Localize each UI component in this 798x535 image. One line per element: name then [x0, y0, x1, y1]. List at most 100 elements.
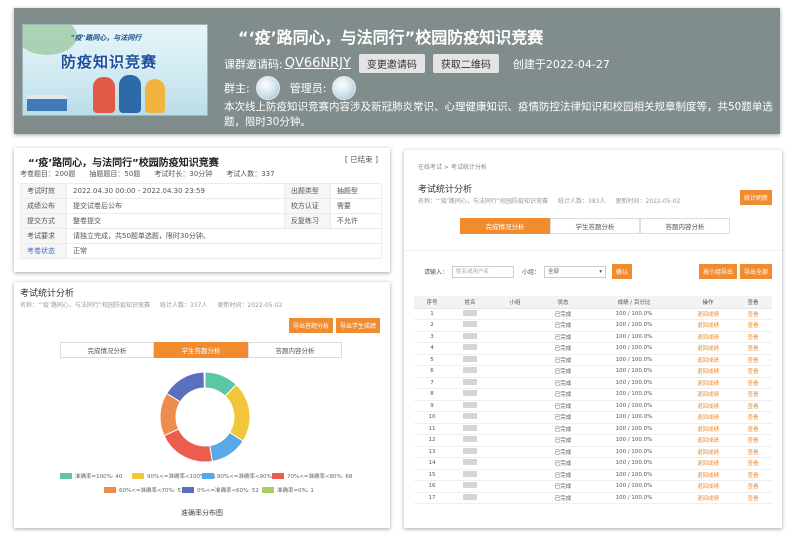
admin-avatar[interactable] — [332, 76, 357, 100]
redacted-block — [463, 378, 477, 385]
view-link[interactable]: 查看 — [734, 377, 772, 389]
tab-completion[interactable]: 完成情况分析 — [460, 218, 550, 234]
info-key: 提交方式 — [20, 213, 67, 229]
exam-stat: 考卷题目：200题 — [20, 170, 76, 178]
return-score-link[interactable]: 退回成绩 — [682, 492, 734, 504]
confirm-button[interactable]: 确认 — [612, 264, 633, 279]
return-score-link[interactable]: 退回成绩 — [682, 319, 734, 332]
legend-item[interactable]: 准确率=0%: 1 — [262, 486, 314, 494]
return-score-link[interactable]: 退回成绩 — [682, 388, 734, 401]
refresh-stats-button[interactable]: 统计刷新 — [739, 190, 772, 205]
redacted-block — [463, 470, 477, 477]
legend-item[interactable]: 0%<=准确率<60%: 52 — [182, 486, 259, 494]
return-score-link[interactable]: 退回成绩 — [682, 469, 734, 481]
donut-slice[interactable] — [166, 371, 205, 403]
return-score-link[interactable]: 退回成绩 — [682, 342, 734, 355]
return-score-link[interactable]: 退回成绩 — [682, 354, 734, 366]
return-score-link[interactable]: 退回成绩 — [682, 365, 734, 378]
group-cell — [490, 446, 540, 458]
exam-status-link[interactable]: 考卷状态 — [27, 247, 55, 255]
person-figure — [93, 77, 115, 113]
course-description: 本次线上防疫知识竞赛内容涉及新冠肺炎常识、心理健康知识、疫情防控法律知识和校园相… — [224, 101, 773, 128]
score-cell: 100 / 100.0% — [586, 319, 682, 332]
view-link[interactable]: 查看 — [734, 434, 772, 447]
donut-slice[interactable] — [224, 383, 251, 442]
donut-slice[interactable] — [203, 371, 206, 389]
tab-content-analysis[interactable]: 答题内容分析 — [640, 218, 730, 234]
search-input[interactable]: 姓名或用户名 — [452, 265, 515, 278]
status-cell: 已完成 — [540, 342, 586, 355]
created-date: 创建于2022-04-27 — [512, 57, 610, 71]
stats-meta-count: 统计人数：383人 — [558, 198, 606, 205]
legend-item[interactable]: 准确率=100%: 40 — [60, 472, 122, 480]
return-score-link[interactable]: 退回成绩 — [682, 423, 734, 435]
view-link[interactable]: 查看 — [734, 342, 772, 355]
view-link[interactable]: 查看 — [734, 365, 772, 378]
stats-meta-count: 统计人数：337人 — [160, 302, 208, 309]
row-number: 2 — [414, 319, 450, 332]
student-name-redacted — [450, 434, 490, 447]
redacted-block — [463, 447, 477, 454]
group-cell — [490, 377, 540, 389]
return-score-link[interactable]: 退回成绩 — [682, 434, 734, 447]
return-score-link[interactable]: 退回成绩 — [682, 411, 734, 424]
exam-stat: 抽题题目：50题 — [89, 170, 141, 178]
donut-slice[interactable] — [163, 428, 213, 463]
admin-label: 管理员: — [289, 82, 327, 95]
tab-completion[interactable]: 完成情况分析 — [60, 342, 154, 358]
view-link[interactable]: 查看 — [734, 411, 772, 424]
view-link[interactable]: 查看 — [734, 331, 772, 343]
legend-swatch — [104, 487, 116, 493]
view-link[interactable]: 查看 — [734, 457, 772, 470]
view-link[interactable]: 查看 — [734, 400, 772, 412]
return-score-link[interactable]: 退回成绩 — [682, 331, 734, 343]
view-link[interactable]: 查看 — [734, 319, 772, 332]
table-row: 17 已完成 100 / 100.0% 退回成绩 查看 — [414, 492, 772, 504]
legend-item[interactable]: 80%<=准确率<90%: 44 — [202, 472, 282, 480]
export-scores-button[interactable]: 导出学生成绩 — [335, 318, 380, 333]
view-link[interactable]: 查看 — [734, 388, 772, 401]
stats-meta-updated: 更新时间：2022-05-02 — [217, 302, 283, 309]
view-link[interactable]: 查看 — [734, 308, 772, 320]
legend-label: 70%<=准确率<80%: 68 — [287, 474, 353, 480]
view-link[interactable]: 查看 — [734, 446, 772, 458]
return-score-link[interactable]: 退回成绩 — [682, 400, 734, 412]
view-link[interactable]: 查看 — [734, 354, 772, 366]
group-cell — [490, 480, 540, 493]
return-score-link[interactable]: 退回成绩 — [682, 480, 734, 493]
tab-content-analysis[interactable]: 答题内容分析 — [248, 342, 342, 358]
legend-item[interactable]: 60%<=准确率<70%: 51 — [104, 486, 184, 494]
redacted-block — [463, 401, 477, 408]
group-cell — [490, 354, 540, 366]
tab-student-answers[interactable]: 学生答题分析 — [154, 342, 248, 358]
table-row: 4 已完成 100 / 100.0% 退回成绩 查看 — [414, 342, 772, 355]
owner-avatar[interactable] — [255, 76, 280, 100]
change-code-button[interactable]: 变更邀请码 — [358, 54, 425, 73]
view-link[interactable]: 查看 — [734, 480, 772, 493]
return-score-link[interactable]: 退回成绩 — [682, 446, 734, 458]
column-header: 状态 — [540, 296, 586, 309]
get-qr-button[interactable]: 获取二维码 — [432, 54, 499, 73]
status-cell: 已完成 — [540, 319, 586, 332]
score-cell: 100 / 100.0% — [586, 331, 682, 343]
status-cell: 已完成 — [540, 400, 586, 412]
tab-student-answers[interactable]: 学生答题分析 — [550, 218, 640, 234]
info-key: 出题类型 — [283, 183, 331, 199]
legend-item[interactable]: 70%<=准确率<80%: 68 — [272, 472, 352, 480]
group-select[interactable]: 全部 ▾ — [544, 265, 607, 278]
return-score-link[interactable]: 退回成绩 — [682, 457, 734, 470]
return-score-link[interactable]: 退回成绩 — [682, 308, 734, 320]
table-row: 6 已完成 100 / 100.0% 退回成绩 查看 — [414, 365, 772, 378]
view-link[interactable]: 查看 — [734, 469, 772, 481]
export-all-button[interactable]: 导出全部 — [739, 264, 772, 279]
export-analysis-button[interactable]: 导出答题分析 — [288, 318, 333, 333]
view-link[interactable]: 查看 — [734, 423, 772, 435]
exam-stat: 考试人数：337 — [226, 170, 275, 178]
student-name-redacted — [450, 377, 490, 389]
course-banner: "疫"路同心，与法同行 防疫知识竞赛 “‘疫’路同心，与法同行”校园防疫知识竞赛… — [14, 8, 780, 134]
export-by-group-button[interactable]: 按小组导出 — [698, 264, 737, 279]
return-score-link[interactable]: 退回成绩 — [682, 377, 734, 389]
row-number: 16 — [414, 480, 450, 493]
view-link[interactable]: 查看 — [734, 492, 772, 504]
breadcrumb: 在线考试 > 考试统计分析 — [418, 164, 487, 171]
